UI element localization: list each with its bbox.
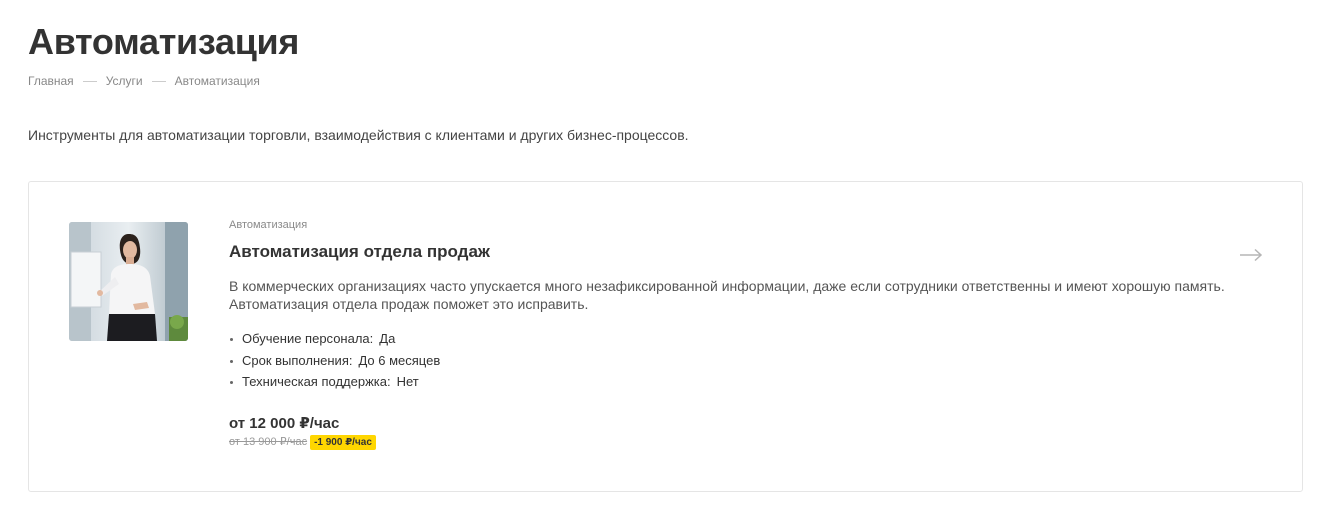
service-description: В коммерческих организациях часто упуска… <box>229 278 1225 312</box>
property-name: Срок выполнения: <box>242 352 353 368</box>
bullet-icon <box>230 359 233 363</box>
property-item: Срок выполнения: До 6 месяцев <box>229 350 1239 372</box>
breadcrumb-home[interactable]: Главная <box>28 74 74 88</box>
service-image[interactable] <box>69 222 188 341</box>
breadcrumb-current: Автоматизация <box>174 74 260 88</box>
breadcrumb-separator <box>151 80 166 82</box>
old-price: от 13 900 ₽/час <box>229 436 308 448</box>
current-price: от 12 000 ₽/час <box>229 414 340 432</box>
bullet-icon <box>230 338 233 341</box>
service-properties: Обучение персонала: Да Срок выполнения: До… <box>229 328 1239 393</box>
property-name: Обучение персонала: <box>242 331 374 346</box>
businesswoman-photo <box>69 222 188 341</box>
service-title-link[interactable]: Автоматизация отдела продаж <box>229 242 1239 262</box>
property-name: Техническая поддержка: <box>242 374 391 389</box>
breadcrumb-separator <box>82 80 97 82</box>
price-details: от 13 900 ₽/час -1 900 ₽/час <box>229 434 1239 450</box>
bullet-icon <box>230 381 233 384</box>
property-item: Обучение персонала: Да <box>229 328 1239 350</box>
property-value: До 6 месяцев <box>358 352 441 368</box>
discount-badge: -1 900 ₽/час <box>310 434 376 450</box>
breadcrumb-services[interactable]: Услуги <box>106 74 143 88</box>
property-value: Да <box>379 331 396 346</box>
property-value: Нет <box>396 374 419 389</box>
service-card[interactable]: Автоматизация Автоматизация отдела прода… <box>28 181 1303 492</box>
arrow-right-icon[interactable] <box>1239 248 1263 262</box>
service-info: Автоматизация Автоматизация отдела прода… <box>229 218 1239 450</box>
breadcrumb: Главная Услуги Автоматизация <box>28 74 260 88</box>
page-intro: Инструменты для автоматизации торговли, … <box>28 127 689 143</box>
page: Автоматизация Главная Услуги Автоматизац… <box>0 0 1324 507</box>
service-category: Автоматизация <box>229 219 308 231</box>
page-title: Автоматизация <box>28 21 300 62</box>
property-item: Техническая поддержка: Нет <box>229 371 1239 393</box>
